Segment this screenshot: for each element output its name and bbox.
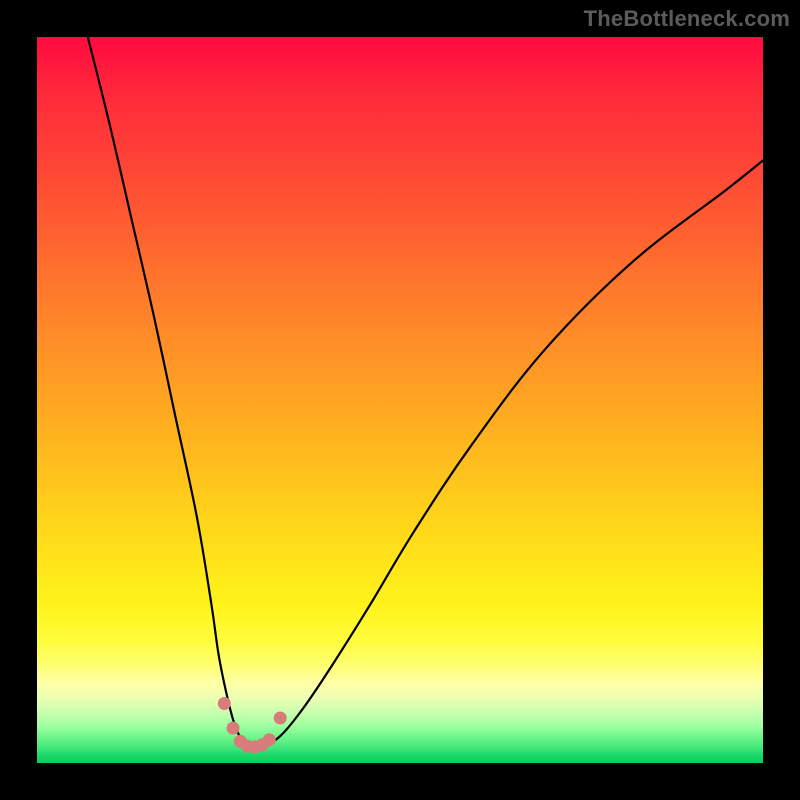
marker-group [218,697,287,754]
curve-marker [227,722,240,735]
plot-area [37,37,763,763]
curve-marker [263,733,276,746]
curve-marker [218,697,231,710]
bottleneck-curve [88,37,763,749]
curve-marker [274,711,287,724]
chart-frame: TheBottleneck.com [0,0,800,800]
watermark-text: TheBottleneck.com [584,6,790,32]
chart-svg [37,37,763,763]
